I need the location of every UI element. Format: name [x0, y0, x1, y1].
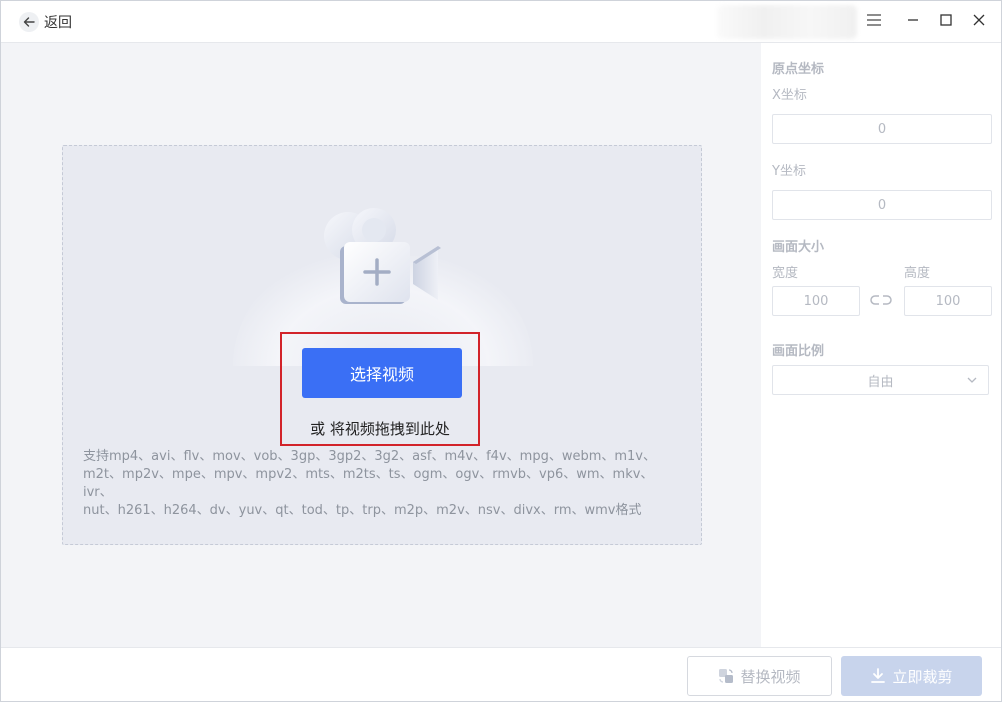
- back-label: 返回: [44, 15, 72, 31]
- minimize-icon: [906, 13, 920, 31]
- minimize-button[interactable]: [903, 12, 923, 32]
- y-label: Y坐标: [772, 164, 806, 179]
- y-input[interactable]: 0: [772, 190, 992, 220]
- crop-label: 立即裁剪: [892, 667, 953, 686]
- select-video-button[interactable]: 选择视频: [302, 348, 462, 398]
- supported-formats: 支持mp4、avi、flv、mov、vob、3gp、3gp2、3g2、asf、m…: [83, 448, 683, 520]
- formats-line-1: 支持mp4、avi、flv、mov、vob、3gp、3gp2、3g2、asf、m…: [83, 449, 656, 464]
- maximize-icon: [939, 13, 953, 31]
- ratio-title: 画面比例: [772, 344, 825, 359]
- height-label: 高度: [904, 266, 931, 281]
- width-label: 宽度: [772, 266, 799, 281]
- ratio-value: 自由: [867, 374, 894, 390]
- width-input[interactable]: 100: [772, 286, 860, 316]
- maximize-button[interactable]: [936, 12, 956, 32]
- app-window: 返回 选择视频 或 将视频拖拽到此处 支持mp4、avi、flv、mov、vob…: [0, 0, 1002, 702]
- hamburger-icon: [866, 13, 882, 31]
- back-button[interactable]: 返回: [19, 11, 72, 33]
- arrow-left-icon: [19, 12, 39, 32]
- menu-button[interactable]: [864, 12, 884, 32]
- main-area: 选择视频 或 将视频拖拽到此处 支持mp4、avi、flv、mov、vob、3g…: [1, 43, 761, 647]
- video-dropzone[interactable]: 选择视频 或 将视频拖拽到此处 支持mp4、avi、flv、mov、vob、3g…: [62, 145, 702, 545]
- close-button[interactable]: [969, 12, 989, 32]
- close-icon: [972, 13, 986, 31]
- x-label: X坐标: [772, 88, 807, 103]
- video-camera-plus-icon: [324, 208, 441, 304]
- account-area[interactable]: [717, 5, 857, 39]
- size-title: 画面大小: [772, 240, 825, 255]
- x-input[interactable]: 0: [772, 114, 992, 144]
- origin-title: 原点坐标: [772, 62, 825, 77]
- formats-line-3: nut、h261、h264、dv、yuv、qt、tod、tp、trp、m2p、m…: [83, 503, 642, 518]
- settings-panel: 原点坐标 X坐标 0 Y坐标 0 画面大小 宽度 高度 100 100 画面比例…: [761, 43, 1001, 647]
- chevron-down-icon: [966, 374, 978, 390]
- link-ratio-icon[interactable]: [869, 293, 893, 307]
- crop-now-button[interactable]: 立即裁剪: [841, 656, 982, 696]
- download-icon: [870, 668, 886, 684]
- height-input[interactable]: 100: [904, 286, 992, 316]
- replace-label: 替换视频: [740, 667, 801, 686]
- replace-icon: [718, 668, 734, 684]
- title-bar: 返回: [1, 1, 1001, 43]
- bottom-bar: 替换视频 立即裁剪: [1, 647, 1001, 701]
- ratio-select[interactable]: 自由: [772, 365, 989, 395]
- drag-hint: 或 将视频拖拽到此处: [310, 420, 450, 438]
- replace-video-button[interactable]: 替换视频: [687, 656, 832, 696]
- formats-line-2: m2t、mp2v、mpe、mpv、mpv2、mts、m2ts、ts、ogm、og…: [83, 467, 654, 500]
